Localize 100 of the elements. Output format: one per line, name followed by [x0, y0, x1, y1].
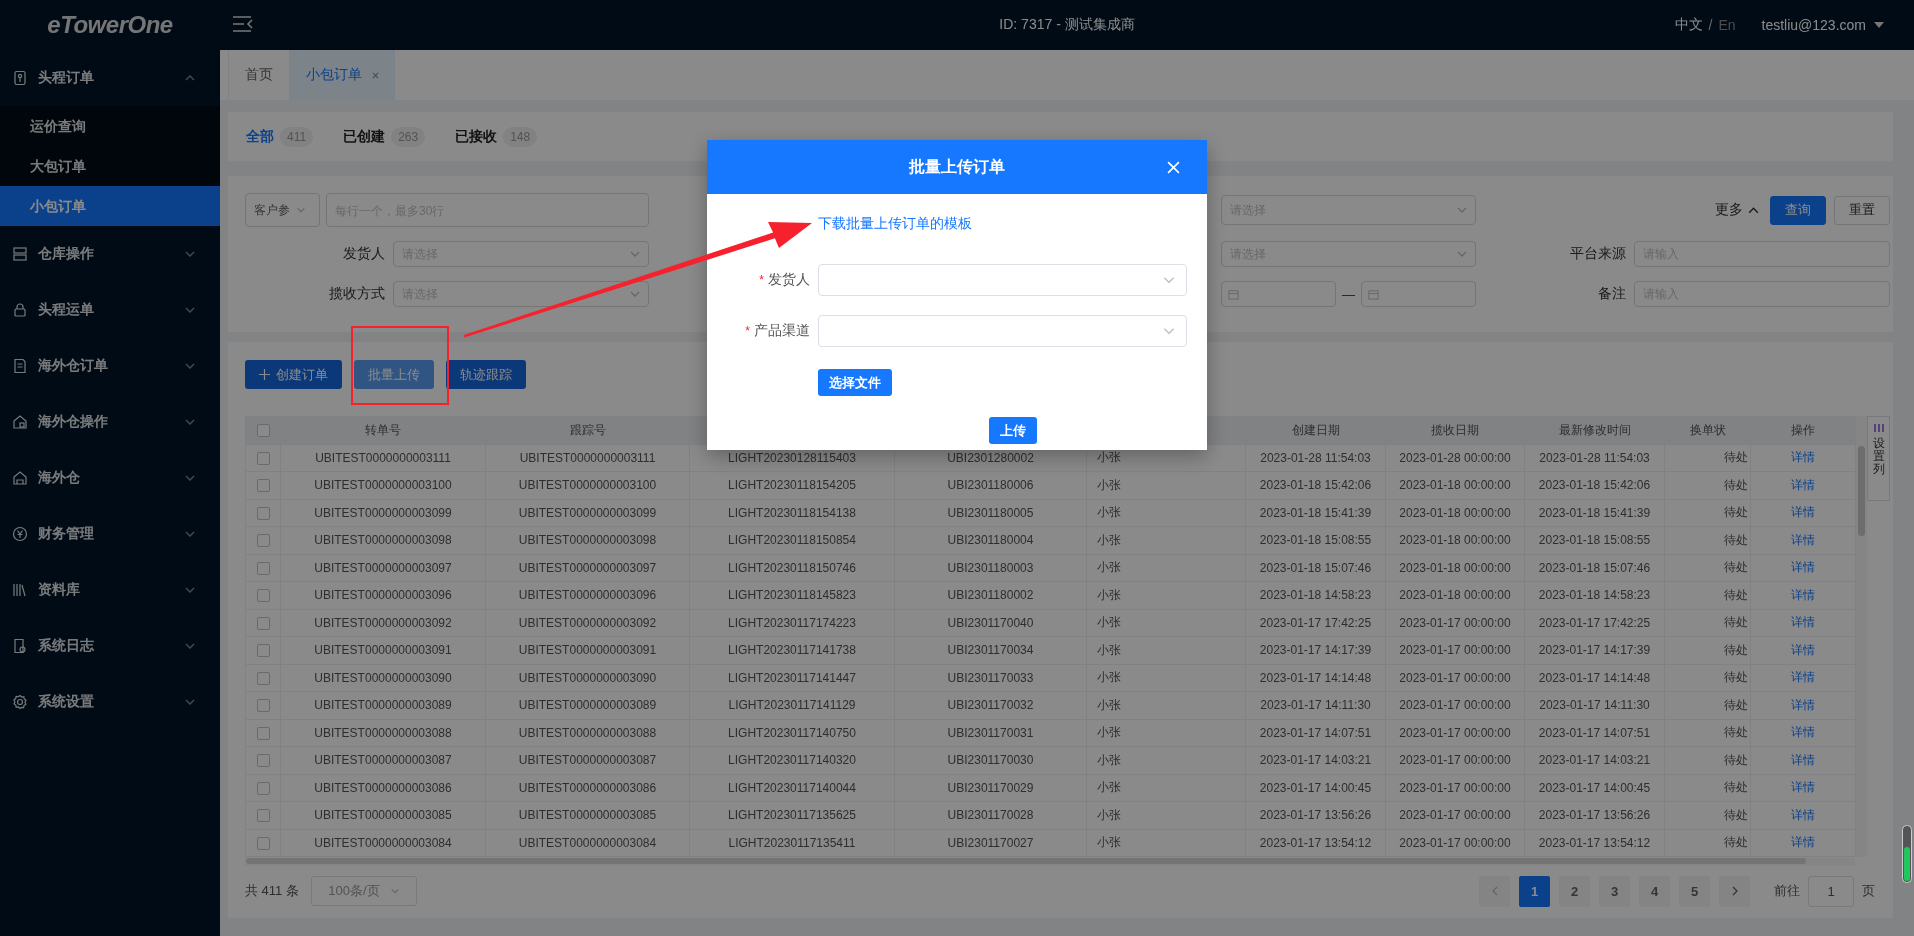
table-cell: LIGHT20230118154205 — [689, 471, 895, 499]
reset-button[interactable]: 重置 — [1834, 195, 1890, 225]
toolbar-button[interactable]: 创建订单 — [245, 360, 342, 389]
table-cell: 待处 — [1664, 691, 1751, 719]
date-field[interactable] — [1220, 281, 1336, 307]
table-cell: 2023-01-17 13:56:26 — [1524, 801, 1665, 829]
settings-icon — [12, 694, 28, 710]
select-field[interactable]: 客户参 — [245, 193, 320, 227]
menu-item[interactable]: 海外仓操作 — [0, 394, 220, 450]
details-link[interactable]: 详情 — [1791, 642, 1815, 657]
page-button[interactable]: 1 — [1519, 875, 1550, 907]
vertical-scrollbar[interactable] — [1856, 416, 1867, 857]
checkbox[interactable] — [256, 809, 270, 823]
table-cell: 2023-01-17 14:11:30 — [1524, 691, 1665, 719]
checkbox[interactable] — [256, 424, 270, 438]
details-link[interactable]: 详情 — [1791, 450, 1815, 465]
table-cell: 待处 — [1664, 746, 1751, 774]
next-page-button[interactable] — [1719, 875, 1750, 907]
checkbox[interactable] — [256, 781, 270, 795]
submenu-item[interactable]: 运价查询 — [0, 106, 220, 146]
caret-icon[interactable] — [1874, 22, 1884, 28]
table-cell: 2023-01-18 00:00:00 — [1385, 471, 1525, 499]
table-cell: 2023-01-17 13:54:12 — [1524, 829, 1665, 857]
table-cell: UBI2301180003 — [894, 554, 1087, 582]
details-link[interactable]: 详情 — [1791, 477, 1815, 492]
details-link[interactable]: 详情 — [1791, 725, 1815, 740]
menu-item[interactable]: 头程订单 — [0, 50, 220, 106]
checkbox[interactable] — [256, 836, 270, 850]
checkbox[interactable] — [256, 616, 270, 630]
choose-file-button[interactable]: 选择文件 — [818, 369, 892, 396]
language-option[interactable]: 中文 — [1674, 16, 1703, 34]
menu-item[interactable]: 仓库操作 — [0, 226, 220, 282]
page-button[interactable]: 4 — [1639, 875, 1670, 907]
menu-item[interactable]: 财务管理 — [0, 506, 220, 562]
submenu-item[interactable]: 大包订单 — [0, 146, 220, 186]
table-cell: 2023-01-18 15:42:06 — [1245, 471, 1386, 499]
select-field[interactable] — [818, 315, 1187, 347]
table-cell: LIGHT20230117141129 — [689, 691, 895, 719]
submenu-item[interactable]: 小包订单 — [0, 186, 220, 226]
table-cell: UBITEST0000000003090 — [485, 664, 690, 692]
checkbox[interactable] — [256, 754, 270, 768]
checkbox[interactable] — [256, 451, 270, 465]
checkbox[interactable] — [256, 644, 270, 658]
table-cell: 2023-01-28 11:54:03 — [1524, 444, 1665, 472]
table-cell: UBITEST0000000003098 — [485, 526, 690, 554]
checkbox[interactable] — [256, 726, 270, 740]
menu-item[interactable]: 头程运单 — [0, 282, 220, 338]
table-cell: 小张 — [1086, 636, 1246, 664]
menu-item[interactable]: 海外仓订单 — [0, 338, 220, 394]
details-link[interactable]: 详情 — [1791, 807, 1815, 822]
details-link[interactable]: 详情 — [1791, 670, 1815, 685]
table-cell: UBITEST0000000003086 — [485, 774, 690, 802]
checkbox[interactable] — [256, 699, 270, 713]
menu-item[interactable]: 系统日志 — [0, 618, 220, 674]
table-cell: 2023-01-17 14:00:45 — [1245, 774, 1386, 802]
table-cell: 待处 — [1664, 444, 1751, 472]
previous-page-button[interactable] — [1479, 875, 1510, 907]
checkbox[interactable] — [256, 506, 270, 520]
details-link[interactable]: 详情 — [1791, 780, 1815, 795]
checkbox[interactable] — [256, 589, 270, 603]
page-tab[interactable]: 小包订单 — [289, 50, 395, 100]
page-button[interactable]: 5 — [1679, 875, 1710, 907]
checkbox[interactable] — [256, 561, 270, 575]
details-link[interactable]: 详情 — [1791, 697, 1815, 712]
table-cell: 2023-01-17 17:42:25 — [1524, 609, 1665, 637]
details-link[interactable]: 详情 — [1791, 587, 1815, 602]
toolbar-button[interactable]: 批量上传 — [354, 360, 434, 389]
more-toggle[interactable]: 更多 — [1715, 201, 1760, 219]
page-number-field[interactable]: 1 — [1808, 875, 1854, 907]
menu-icon[interactable] — [232, 14, 254, 33]
table-cell: 2023-01-18 15:08:55 — [1524, 526, 1665, 554]
table-cell: UBITEST0000000003087 — [485, 746, 690, 774]
details-link[interactable]: 详情 — [1791, 752, 1815, 767]
search-button[interactable]: 查询 — [1770, 195, 1826, 225]
close-icon[interactable] — [372, 71, 379, 79]
language-option[interactable]: En — [1718, 17, 1736, 33]
details-link[interactable]: 详情 — [1791, 532, 1815, 547]
column-settings-tab[interactable]: 设置列 — [1867, 416, 1890, 501]
details-link[interactable]: 详情 — [1791, 560, 1815, 575]
menu-item[interactable]: 海外仓 — [0, 450, 220, 506]
table-cell: UBITEST0000000003096 — [485, 581, 690, 609]
template-download-link[interactable]: 下载批量上传订单的模板 — [818, 215, 972, 231]
column-header: 揽收日期 — [1385, 416, 1525, 444]
table-cell: 2023-01-18 00:00:00 — [1385, 526, 1525, 554]
details-link[interactable]: 详情 — [1791, 505, 1815, 520]
page-button[interactable]: 2 — [1559, 875, 1590, 907]
checkbox[interactable] — [256, 534, 270, 548]
details-link[interactable]: 详情 — [1791, 615, 1815, 630]
checkbox[interactable] — [256, 671, 270, 685]
toolbar-button[interactable]: 轨迹跟踪 — [446, 360, 526, 389]
table-cell: 待处 — [1664, 526, 1751, 554]
details-link[interactable]: 详情 — [1791, 835, 1815, 850]
upload-button[interactable]: 上传 — [988, 417, 1037, 444]
date-field[interactable] — [1360, 281, 1477, 307]
menu-item[interactable]: 资料库 — [0, 562, 220, 618]
select-field[interactable] — [818, 264, 1187, 296]
checkbox[interactable] — [256, 479, 270, 493]
menu-item[interactable]: 系统设置 — [0, 674, 220, 730]
page-button[interactable]: 3 — [1599, 875, 1630, 907]
user-menu[interactable]: testliu@123.com — [1761, 17, 1866, 33]
